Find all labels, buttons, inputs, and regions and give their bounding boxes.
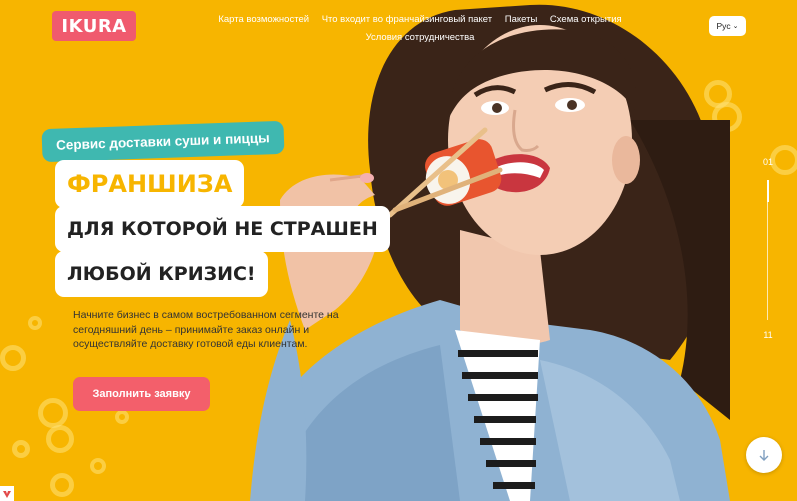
nav-item-packages[interactable]: Пакеты (505, 11, 538, 29)
brand-mark-icon (0, 486, 14, 501)
pager-total: 11 (763, 330, 773, 340)
pager-progress (767, 180, 769, 202)
language-label: Рус (716, 21, 731, 31)
submit-application-button[interactable]: Заполнить заявку (73, 377, 210, 411)
language-selector[interactable]: Рус ⌄ (709, 16, 746, 36)
nav-item-capability-map[interactable]: Карта возможностей (218, 11, 309, 29)
service-label-text: Сервис доставки суши и пиццы (55, 130, 270, 153)
nav-item-opening-scheme[interactable]: Схема открытия (550, 11, 622, 29)
decor-ring (12, 440, 30, 458)
decor-ring (115, 410, 129, 424)
headline-crisis-1: ДЛЯ КОТОРОЙ НЕ СТРАШЕН (55, 206, 390, 252)
brand-logo[interactable]: IKURA (52, 11, 136, 41)
decor-ring (28, 316, 42, 330)
chevron-down-icon: ⌄ (732, 23, 739, 30)
decor-ring (0, 345, 26, 371)
headline-crisis-2: ЛЮБОЙ КРИЗИС! (55, 251, 268, 297)
headline-line-1: ФРАНШИЗА (67, 170, 233, 198)
pager-current: 01 (762, 157, 773, 167)
logo-text: IKURA (61, 15, 127, 37)
nav-item-cooperation-terms[interactable]: Условия сотрудничества (366, 29, 475, 47)
headline-line-3: ЛЮБОЙ КРИЗИС! (67, 263, 256, 285)
decor-ring (90, 458, 106, 474)
arrow-down-icon (759, 450, 769, 461)
nav-item-franchise-package[interactable]: Что входит во франчайзинговый пакет (322, 11, 492, 29)
hero-description: Начните бизнес в самом востребованном се… (73, 309, 339, 350)
headline-line-2: ДЛЯ КОТОРОЙ НЕ СТРАШЕН (67, 218, 378, 240)
scroll-down-button[interactable] (746, 437, 782, 473)
main-nav: Карта возможностей Что входит во франчай… (200, 11, 640, 47)
decor-ring (46, 425, 74, 453)
headline-franchise: ФРАНШИЗА (55, 160, 245, 208)
decor-ring (38, 398, 68, 428)
decor-ring (50, 473, 74, 497)
